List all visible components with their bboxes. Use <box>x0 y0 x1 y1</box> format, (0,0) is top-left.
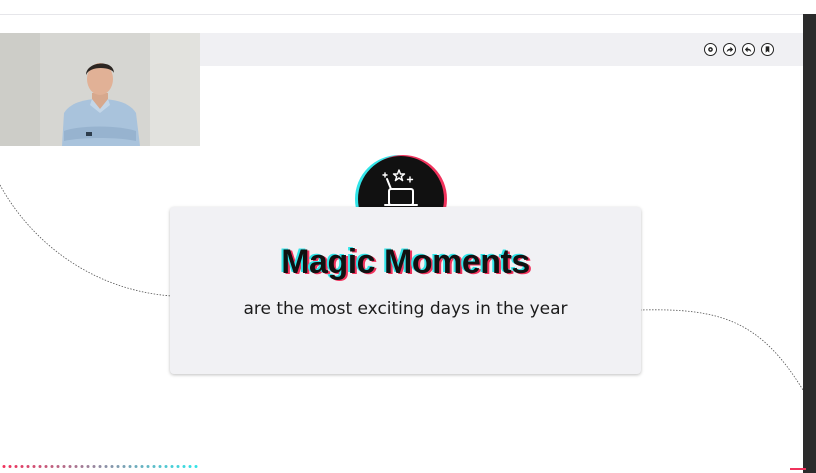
right-scrollbar[interactable] <box>803 14 816 473</box>
progress-dot <box>50 465 54 468</box>
progress-dot <box>128 465 132 468</box>
progress-dot <box>44 465 48 468</box>
progress-dot <box>146 465 150 468</box>
progress-dot <box>182 465 186 468</box>
progress-dot <box>134 465 138 468</box>
progress-dot <box>86 465 90 468</box>
progress-dot <box>170 465 174 468</box>
progress-dot <box>74 465 78 468</box>
progress-dot <box>80 465 84 468</box>
progress-dot <box>158 465 162 468</box>
progress-dot <box>164 465 168 468</box>
progress-dots <box>2 465 198 468</box>
progress-dot <box>2 465 6 468</box>
progress-dot <box>68 465 72 468</box>
progress-dot <box>140 465 144 468</box>
progress-dot <box>152 465 156 468</box>
progress-dot <box>104 465 108 468</box>
progress-dot <box>98 465 102 468</box>
accent-mark <box>790 468 806 470</box>
progress-dot <box>116 465 120 468</box>
progress-dot <box>20 465 24 468</box>
progress-dot <box>32 465 36 468</box>
headline-card: Magic Moments are the most exciting days… <box>170 207 641 374</box>
progress-dot <box>92 465 96 468</box>
progress-dot <box>38 465 42 468</box>
progress-dot <box>62 465 66 468</box>
progress-dot <box>56 465 60 468</box>
progress-dot <box>176 465 180 468</box>
progress-dot <box>122 465 126 468</box>
progress-dot <box>110 465 114 468</box>
progress-dot <box>26 465 30 468</box>
progress-dot <box>8 465 12 468</box>
slide-subtitle: are the most exciting days in the year <box>243 299 568 319</box>
progress-dot <box>194 465 198 468</box>
slide-title: Magic Moments <box>281 243 530 281</box>
progress-dot <box>14 465 18 468</box>
progress-dot <box>188 465 192 468</box>
